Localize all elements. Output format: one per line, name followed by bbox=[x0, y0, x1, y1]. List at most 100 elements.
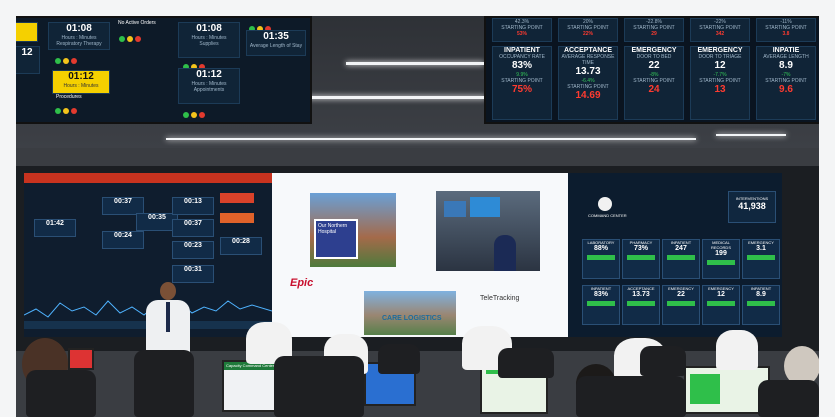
wall-kpi-tile: INPATIENT 8.9 bbox=[742, 285, 780, 325]
alert-tile bbox=[220, 213, 254, 223]
prev-start: 342 bbox=[715, 31, 725, 37]
teletracking-logo: TeleTracking bbox=[480, 295, 520, 302]
kpi-start: 75% bbox=[511, 84, 532, 95]
wall-kpi-bar bbox=[627, 255, 655, 260]
wall-kpi-value: 00:35 bbox=[148, 214, 166, 221]
kpi-title: INPATIE bbox=[772, 47, 800, 54]
wall-kpi-tile: EMERGENCY 12 bbox=[702, 285, 740, 325]
wall-kpi-value: 01:42 bbox=[46, 220, 64, 227]
kpi-prev-tile: 20% STARTING POINT 22% bbox=[558, 18, 618, 42]
kpi-start: 24 bbox=[648, 84, 660, 95]
kpi-prev-tile: 42.3% STARTING POINT 53% bbox=[492, 18, 552, 42]
kpi-title: EMERGENCY bbox=[631, 47, 677, 54]
wall-kpi-tile: PHARMACY 73% bbox=[622, 239, 660, 279]
wall-kpi-tile: MEDICAL RECORDS 199 bbox=[702, 239, 740, 279]
edge-tile: 12 bbox=[16, 46, 40, 74]
kpi-tile: ACCEPTANCE AVERAGE RESPONSE TIME 13.73 -6.4… bbox=[558, 46, 618, 120]
tile-time: 01:08 bbox=[66, 23, 92, 34]
kpi-tile: 01:08 Hours : Minutes Supplies bbox=[178, 22, 240, 58]
control-room-photo: 12 01:08 Hours : Minutes Respiratory The… bbox=[16, 16, 819, 417]
operators-photo bbox=[436, 191, 540, 271]
ceiling-light bbox=[166, 138, 696, 140]
wall-kpi-value: 00:24 bbox=[114, 232, 132, 239]
chair bbox=[576, 376, 686, 417]
prev-start: 22% bbox=[582, 31, 593, 37]
wall-kpi-tile: EMERGENCY 22 bbox=[662, 285, 700, 325]
wall-kpi-bar bbox=[747, 255, 775, 260]
chair bbox=[26, 370, 96, 417]
presenter-head bbox=[160, 282, 176, 300]
panel-heading: COMMAND CENTER bbox=[588, 213, 627, 218]
interventions-tile: INTERVENTIONS 41,938 bbox=[728, 191, 776, 223]
tile-label: No Active Orders bbox=[118, 20, 156, 26]
alert-tile bbox=[220, 193, 254, 203]
wall-kpi-value: 199 bbox=[715, 250, 727, 257]
wall-kpi-value: 83% bbox=[593, 291, 608, 298]
epic-logo: Epic bbox=[290, 277, 314, 289]
tile-label: Appointments bbox=[193, 87, 225, 93]
kpi-start: 13 bbox=[714, 84, 726, 95]
hospital-sign: Our Northern Hospital bbox=[314, 219, 358, 259]
wall-kpi-tile: 00:31 bbox=[172, 265, 214, 283]
video-wall-center-panel: Our Northern Hospital Epic CARE LOGISTIC… bbox=[272, 173, 568, 337]
care-logistics-logo: CARE LOGISTICS bbox=[382, 315, 442, 322]
video-wall-right-panel: COMMAND CENTER INTERVENTIONS 41,938 LABO… bbox=[568, 173, 782, 337]
status-dots bbox=[54, 52, 78, 70]
monitor-panel bbox=[690, 374, 720, 404]
yellow-status-tile bbox=[16, 22, 38, 42]
wall-kpi-tile: ACCEPTANCE 13.73 bbox=[622, 285, 660, 325]
wall-kpi-value: 00:37 bbox=[114, 198, 132, 205]
kpi-tile-warning: 01:12 Hours : Minutes bbox=[52, 70, 110, 94]
kpi-value: 12 bbox=[714, 60, 726, 71]
top-left-monitor: 12 01:08 Hours : Minutes Respiratory The… bbox=[16, 16, 312, 124]
kpi-value: 8.9 bbox=[779, 60, 793, 71]
kpi-start: 14.69 bbox=[575, 90, 601, 101]
chair bbox=[758, 380, 819, 417]
audience-member-head bbox=[716, 330, 758, 370]
wall-kpi-bar bbox=[667, 255, 695, 260]
ceiling-light bbox=[306, 96, 486, 99]
wall-kpi-value: 22 bbox=[677, 291, 685, 298]
tile-time: 01:12 bbox=[68, 71, 94, 82]
kpi-tile: EMERGENCY DOOR TO BED 22 -8% STARTING POINT 2… bbox=[624, 46, 684, 120]
kpi-value: 13.73 bbox=[575, 66, 601, 77]
kpi-prev-tile: -22% STARTING POINT 342 bbox=[690, 18, 750, 42]
top-right-monitor: 42.3% STARTING POINT 53% INPATIENT OCCUPANCY… bbox=[484, 16, 819, 124]
prev-start: 29 bbox=[651, 31, 657, 37]
kpi-tile: 01:12 Hours : Minutes Appointments bbox=[178, 68, 240, 104]
tile-time: 01:35 bbox=[263, 31, 289, 42]
wall-kpi-value: 00:23 bbox=[184, 242, 202, 249]
chair bbox=[378, 344, 420, 374]
kpi-start: 9.6 bbox=[779, 84, 793, 95]
wall-kpi-tile: 00:28 bbox=[220, 237, 262, 255]
tile-time: 01:08 bbox=[196, 23, 222, 34]
kpi-title: ACCEPTANCE bbox=[563, 47, 613, 54]
wall-kpi-value: 73% bbox=[633, 245, 648, 252]
wall-kpi-bar bbox=[747, 301, 775, 306]
panel-header-bar bbox=[24, 173, 272, 183]
kpi-tile: INPATIE AVERAGE LENGTH 8.9 -7% STARTING POIN… bbox=[756, 46, 816, 120]
wall-kpi-value: 00:13 bbox=[184, 198, 202, 205]
prev-start: 3.8 bbox=[782, 31, 790, 37]
chair bbox=[274, 356, 364, 417]
wall-kpi-title: MEDICAL RECORDS bbox=[710, 240, 731, 250]
wall-kpi-value: 247 bbox=[675, 245, 687, 252]
status-dots bbox=[54, 102, 78, 120]
wall-kpi-tile: EMERGENCY 3.1 bbox=[742, 239, 780, 279]
wall-kpi-value: 00:31 bbox=[184, 266, 202, 273]
wall-kpi-tile: 01:42 bbox=[34, 219, 76, 237]
kpi-tile: 01:35 Average Length of Stay bbox=[246, 30, 306, 56]
photo-monitor bbox=[470, 197, 500, 217]
wall-kpi-value: 88% bbox=[593, 245, 608, 252]
wall-kpi-tile: 00:24 bbox=[102, 231, 144, 249]
chair bbox=[498, 348, 554, 378]
tile-label: Respiratory Therapy bbox=[56, 41, 102, 47]
wall-kpi-value: 12 bbox=[717, 291, 725, 298]
wall-kpi-value: 00:37 bbox=[184, 220, 202, 227]
photo-person bbox=[494, 235, 516, 271]
prev-start: 53% bbox=[516, 31, 527, 37]
kpi-title: EMERGENCY bbox=[697, 47, 743, 54]
hospital-sign-text: Our Northern Hospital bbox=[318, 223, 348, 235]
wall-kpi-tile: LABORATORY 88% bbox=[582, 239, 620, 279]
tile-time: 01:12 bbox=[196, 69, 222, 80]
